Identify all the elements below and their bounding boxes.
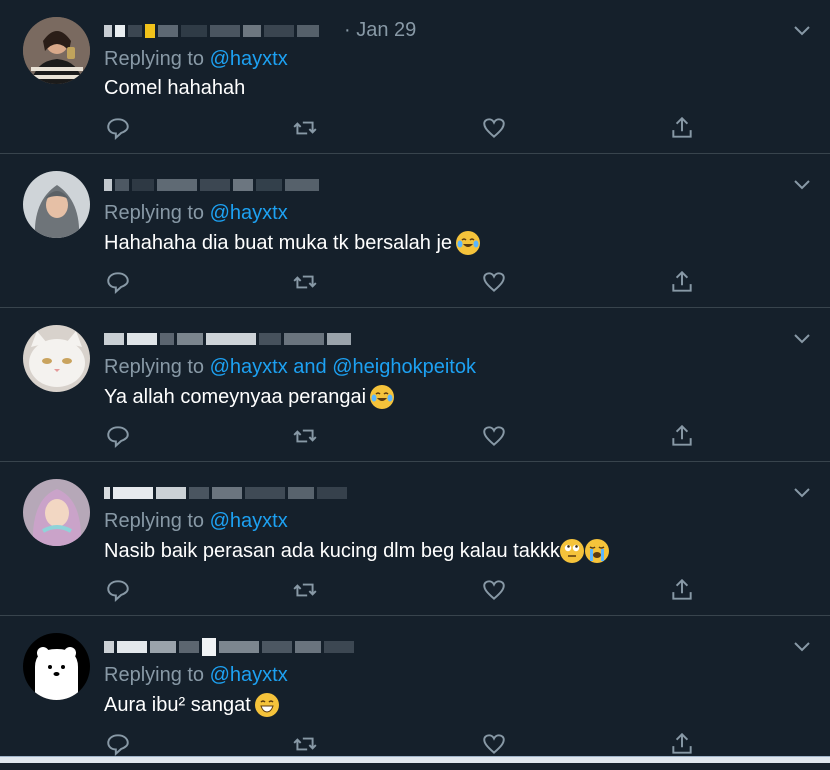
retweet-icon[interactable]	[292, 577, 318, 603]
tweet-text: Hahahaha dia buat muka tk bersalah je	[104, 231, 481, 255]
tweet-4[interactable]: Replying to @hayxtx Nasib baik perasan a…	[0, 462, 830, 616]
chevron-down-icon[interactable]	[792, 20, 812, 40]
tears-of-joy-emoji	[370, 385, 395, 409]
grinning-emoji	[254, 693, 279, 717]
like-icon[interactable]	[481, 115, 507, 141]
chevron-down-icon[interactable]	[792, 174, 812, 194]
tweet-2[interactable]: Replying to @hayxtx Hahahaha dia buat mu…	[0, 154, 830, 308]
tweet-actions	[0, 423, 830, 449]
tears-of-joy-emoji	[456, 231, 481, 255]
avatar[interactable]	[23, 17, 90, 84]
like-icon[interactable]	[481, 423, 507, 449]
tweet-date[interactable]: · Jan 29	[344, 19, 416, 42]
retweet-icon[interactable]	[292, 731, 318, 757]
reply-icon[interactable]	[105, 577, 131, 603]
chevron-down-icon[interactable]	[792, 328, 812, 348]
taskbar-edge	[0, 756, 830, 763]
tweet-actions	[0, 731, 830, 757]
like-icon[interactable]	[481, 731, 507, 757]
replying-to: Replying to @hayxtx	[104, 48, 288, 70]
share-icon[interactable]	[669, 115, 695, 141]
replying-to: Replying to @hayxtx	[104, 664, 288, 686]
rolling-eyes-emoji	[559, 539, 584, 563]
tweet-actions	[0, 269, 830, 295]
blurred-username[interactable]	[104, 20, 319, 42]
like-icon[interactable]	[481, 577, 507, 603]
tweet-actions	[0, 115, 830, 141]
blurred-username[interactable]	[104, 636, 354, 658]
reply-icon[interactable]	[105, 115, 131, 141]
mention-link[interactable]: @hayxtx	[210, 510, 288, 532]
replying-to: Replying to @hayxtx	[104, 202, 288, 224]
avatar[interactable]	[23, 479, 90, 546]
tweet-text: Ya allah comeynyaa perangai	[104, 385, 395, 409]
blurred-username[interactable]	[104, 328, 351, 350]
replying-to: Replying to @hayxtx and @heighokpeitok	[104, 356, 476, 378]
avatar[interactable]	[23, 171, 90, 238]
reply-icon[interactable]	[105, 269, 131, 295]
tweet-3[interactable]: Replying to @hayxtx and @heighokpeitok Y…	[0, 308, 830, 462]
share-icon[interactable]	[669, 423, 695, 449]
tweet-1[interactable]: · Jan 29 Replying to @hayxtx Comel hahah…	[0, 0, 830, 154]
share-icon[interactable]	[669, 269, 695, 295]
blurred-username[interactable]	[104, 174, 319, 196]
mention-link[interactable]: @hayxtx	[210, 664, 288, 686]
share-icon[interactable]	[669, 577, 695, 603]
mention-link[interactable]: @heighokpeitok	[332, 356, 476, 378]
retweet-icon[interactable]	[292, 115, 318, 141]
tweet-text: Aura ibu² sangat	[104, 693, 279, 717]
blurred-username[interactable]	[104, 482, 347, 504]
mention-link[interactable]: @hayxtx	[210, 356, 288, 378]
chevron-down-icon[interactable]	[792, 636, 812, 656]
retweet-icon[interactable]	[292, 269, 318, 295]
reply-icon[interactable]	[105, 423, 131, 449]
retweet-icon[interactable]	[292, 423, 318, 449]
chevron-down-icon[interactable]	[792, 482, 812, 502]
like-icon[interactable]	[481, 269, 507, 295]
tweet-5[interactable]: Replying to @hayxtx Aura ibu² sangat	[0, 616, 830, 770]
tweet-actions	[0, 577, 830, 603]
reply-icon[interactable]	[105, 731, 131, 757]
avatar[interactable]	[23, 633, 90, 700]
tweet-text: Nasib baik perasan ada kucing dlm beg ka…	[104, 539, 609, 563]
mention-link[interactable]: @hayxtx	[210, 48, 288, 70]
replying-to: Replying to @hayxtx	[104, 510, 288, 532]
loudly-crying-emoji	[584, 539, 609, 563]
tweet-text: Comel hahahah	[104, 77, 246, 99]
mention-link[interactable]: @hayxtx	[210, 202, 288, 224]
avatar[interactable]	[23, 325, 90, 392]
share-icon[interactable]	[669, 731, 695, 757]
